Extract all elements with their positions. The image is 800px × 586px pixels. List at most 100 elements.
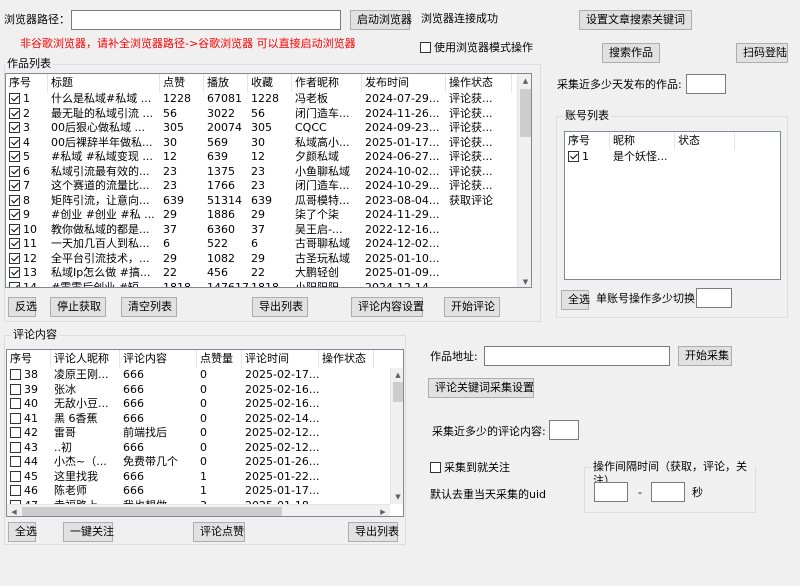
scroll-down-icon[interactable]: ▼ — [518, 275, 531, 287]
works-row[interactable]: 4 00后裸辞半年做私... 30 569 30 私域高小... 2025-01-17...… — [6, 136, 512, 151]
col-status[interactable]: 操作状态 — [446, 74, 512, 92]
row-checkbox[interactable] — [10, 412, 21, 424]
works-row[interactable]: 9 #创业 #创业 #私 ... 29 1886 29 柒了个柒 2024-11-29... — [6, 208, 512, 223]
row-checkbox[interactable] — [9, 122, 20, 133]
row-checkbox[interactable] — [9, 180, 20, 191]
row-checkbox[interactable] — [9, 281, 20, 287]
follow-on-collect-checkbox[interactable] — [430, 462, 441, 473]
comment-keyword-settings-button[interactable]: 评论关键词采集设置 — [428, 378, 534, 398]
comments-hscroll[interactable]: ◀ ▶ — [7, 504, 390, 516]
comment-row[interactable]: 39 张冰 666 0 2025-02-16... — [7, 383, 374, 398]
works-row[interactable]: 11 一天加几百人到私... 6 522 6 古哥聊私域 2024-12-02... — [6, 237, 512, 252]
works-row[interactable]: 10 教你做私域的都是... 37 6360 37 吴王启-... 2022-12-16..… — [6, 223, 512, 238]
cm-col-time[interactable]: 评论时间 — [242, 350, 319, 368]
work-url-input[interactable] — [484, 346, 670, 366]
row-checkbox[interactable] — [9, 136, 20, 148]
scroll-up-icon[interactable]: ▲ — [391, 368, 403, 382]
scroll-down-icon[interactable]: ▼ — [391, 490, 403, 504]
col-plays[interactable]: 播放 — [204, 74, 248, 92]
clear-list-button[interactable]: 清空列表 — [121, 297, 177, 317]
works-row[interactable]: 1 什么是私域#私域 ... 1228 67081 1228 冯老板 2024-07-29.… — [6, 92, 512, 107]
cm-col-no[interactable]: 序号 — [7, 350, 51, 368]
invert-selection-button[interactable]: 反选 — [8, 297, 37, 317]
comments-vscroll[interactable]: ▲ ▼ — [390, 368, 403, 504]
comment-row[interactable]: 43 ..初 666 0 2025-02-12... — [7, 441, 374, 456]
accounts-select-all-button[interactable]: 全选 — [561, 290, 590, 310]
works-row[interactable]: 7 这个赛道的流量比... 23 1766 23 闭门造车... 2024-10-29...… — [6, 179, 512, 194]
browser-mode-checkbox[interactable] — [420, 42, 431, 53]
accounts-list[interactable]: 序号 昵称 状态 1 是个妖怪... — [564, 131, 781, 280]
comment-row[interactable]: 44 小杰~（... 免费带几个 0 2025-01-26... — [7, 455, 374, 470]
row-checkbox[interactable] — [568, 151, 579, 162]
row-checkbox[interactable] — [10, 456, 21, 467]
col-no[interactable]: 序号 — [6, 74, 48, 92]
cm-col-content[interactable]: 评论内容 — [120, 350, 197, 368]
cm-col-status[interactable]: 操作状态 — [319, 350, 374, 368]
comment-row[interactable]: 41 黑 6香蕉 666 0 2025-02-14... — [7, 412, 374, 427]
comment-row[interactable]: 42 雷哥 前端找后 0 2025-02-12... — [7, 426, 374, 441]
row-checkbox[interactable] — [10, 470, 21, 482]
scroll-left-icon[interactable]: ◀ — [7, 505, 21, 516]
works-row[interactable]: 6 私域引流最有效的... 23 1375 23 小鱼聊私域 2024-10-02... 评论… — [6, 165, 512, 180]
scroll-right-icon[interactable]: ▶ — [376, 505, 390, 516]
scroll-thumb[interactable] — [520, 89, 531, 137]
recent-comments-input[interactable] — [549, 420, 579, 440]
works-row[interactable]: 5 #私域 #私域变现 ... 12 639 12 夕颜私域 2024-06-27... 评论… — [6, 150, 512, 165]
one-click-follow-button[interactable]: 一键关注 — [63, 522, 114, 542]
days-input[interactable] — [686, 74, 726, 94]
interval-to-input[interactable] — [651, 482, 685, 502]
start-comment-button[interactable]: 开始评论 — [444, 297, 500, 317]
works-row[interactable]: 2 最无耻的私域引流 ... 56 3022 56 闭门造车... 2024-11-26..… — [6, 107, 512, 122]
row-checkbox[interactable] — [9, 151, 20, 162]
comment-like-button[interactable]: 评论点赞 — [193, 522, 245, 542]
col-author[interactable]: 作者昵称 — [292, 74, 362, 92]
col-fav[interactable]: 收藏 — [248, 74, 292, 92]
switch-input[interactable] — [696, 288, 732, 308]
works-row[interactable]: 13 私域Ip怎么做 #搞... 22 456 22 大鹏轻创 2025-01-09... — [6, 266, 512, 281]
export-comments-button[interactable]: 导出列表 — [348, 522, 399, 542]
account-row[interactable]: 1 是个妖怪... — [565, 150, 735, 165]
cm-col-likes[interactable]: 点赞量 — [197, 350, 242, 368]
scroll-up-icon[interactable]: ▲ — [518, 74, 531, 88]
launch-browser-button[interactable]: 启动浏览器 — [350, 10, 412, 30]
works-list[interactable]: 序号 标题 点赞 播放 收藏 作者昵称 发布时间 操作状态 1 什么是私域#私域 … — [5, 73, 532, 288]
browser-mode-option[interactable]: 使用浏览器模式操作 — [420, 41, 533, 55]
row-checkbox[interactable] — [10, 383, 21, 395]
row-checkbox[interactable] — [9, 252, 20, 264]
works-row[interactable]: 8 矩阵引流，让意向... 639 51314 639 瓜哥模特... 2023-08-04… — [6, 194, 512, 209]
comment-row[interactable]: 40 无敌小豆... 666 0 2025-02-16... — [7, 397, 374, 412]
row-checkbox[interactable] — [10, 427, 21, 438]
row-checkbox[interactable] — [9, 93, 20, 104]
cm-col-nick[interactable]: 评论人昵称 — [51, 350, 120, 368]
row-checkbox[interactable] — [9, 267, 20, 278]
works-row[interactable]: 14 #零零后创业 #短... 1818 147617 1818 小阳阳阳... 2024-… — [6, 281, 512, 287]
search-works-button[interactable]: 搜索作品 — [602, 43, 660, 63]
comment-settings-button[interactable]: 评论内容设置 — [351, 297, 424, 317]
hscroll-thumb[interactable] — [22, 507, 282, 516]
scan-login-button[interactable]: 扫码登陆 — [736, 43, 788, 63]
col-title[interactable]: 标题 — [48, 74, 160, 92]
set-keyword-button[interactable]: 设置文章搜索关键词 — [579, 10, 692, 30]
row-checkbox[interactable] — [10, 369, 21, 380]
col-likes[interactable]: 点赞 — [160, 74, 204, 92]
row-checkbox[interactable] — [9, 238, 20, 249]
works-vscroll[interactable]: ▲ ▼ — [517, 74, 531, 287]
row-checkbox[interactable] — [10, 485, 21, 496]
works-row[interactable]: 12 全平台引流技术，... 29 1082 29 古圣玩私域 2025-01-10... — [6, 252, 512, 267]
row-checkbox[interactable] — [9, 209, 20, 220]
scroll-thumb[interactable] — [393, 382, 403, 402]
works-row[interactable]: 3 00后狠心做私域 ... 305 20074 305 CQCC 2024-09-23..… — [6, 121, 512, 136]
row-checkbox[interactable] — [9, 107, 20, 119]
stop-fetch-button[interactable]: 停止获取 — [50, 297, 106, 317]
follow-on-collect-option[interactable]: 采集到就关注 — [430, 461, 510, 475]
row-checkbox[interactable] — [10, 441, 21, 453]
interval-from-input[interactable] — [594, 482, 628, 502]
acc-col-status[interactable]: 状态 — [675, 132, 735, 150]
browser-path-input[interactable] — [71, 10, 341, 30]
row-checkbox[interactable] — [9, 194, 20, 206]
row-checkbox[interactable] — [10, 398, 21, 409]
row-checkbox[interactable] — [9, 165, 20, 177]
export-works-button[interactable]: 导出列表 — [252, 297, 308, 317]
row-checkbox[interactable] — [9, 223, 20, 235]
col-time[interactable]: 发布时间 — [362, 74, 446, 92]
